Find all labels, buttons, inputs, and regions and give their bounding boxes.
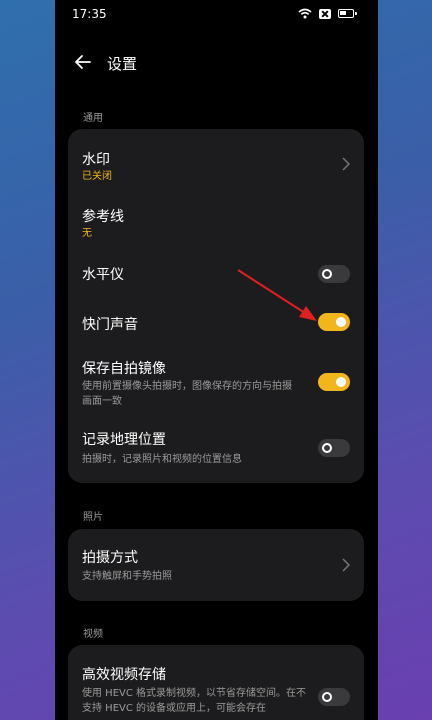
sim-blocked-icon xyxy=(319,8,331,19)
status-icons xyxy=(298,8,357,19)
watermark-title: 水印 xyxy=(82,152,110,168)
section-label-photo: 照片 xyxy=(83,512,103,523)
section-label-general: 通用 xyxy=(83,113,103,124)
video-settings-card: 高效视频存储 使用 HEVC 格式录制视频，以节省存储空间。在不支持 HEVC … xyxy=(68,645,364,720)
location-toggle[interactable] xyxy=(318,439,350,457)
mirror-selfie-row[interactable]: 保存自拍镜像 使用前置摄像头拍摄时，图像保存的方向与拍摄画面一致 xyxy=(68,347,364,417)
back-arrow-icon[interactable] xyxy=(73,52,93,72)
mirror-selfie-toggle[interactable] xyxy=(318,373,350,391)
gridlines-title: 参考线 xyxy=(82,209,124,225)
shoot-method-row[interactable]: 拍摄方式 支持触屏和手势拍照 xyxy=(68,529,364,601)
section-label-video: 视频 xyxy=(83,629,103,640)
wifi-icon xyxy=(298,8,312,19)
watermark-row[interactable]: 水印 已关闭 xyxy=(68,129,364,195)
shoot-method-desc: 支持触屏和手势拍照 xyxy=(82,571,172,582)
watermark-value: 已关闭 xyxy=(82,171,112,182)
level-title: 水平仪 xyxy=(82,267,124,283)
gridlines-row[interactable]: 参考线 无 xyxy=(68,195,364,247)
general-settings-card: 水印 已关闭 参考线 无 水平仪 快门声音 保存自拍镜像 使用前置摄像头拍摄时，… xyxy=(68,129,364,483)
battery-icon xyxy=(338,9,357,18)
status-time: 17:35 xyxy=(72,7,107,21)
hevc-title: 高效视频存储 xyxy=(82,667,166,683)
location-title: 记录地理位置 xyxy=(82,432,166,448)
mirror-selfie-title: 保存自拍镜像 xyxy=(82,361,166,377)
chevron-right-icon xyxy=(342,558,350,572)
status-bar: 17:35 xyxy=(55,0,378,30)
location-row[interactable]: 记录地理位置 拍摄时，记录照片和视频的位置信息 xyxy=(68,417,364,483)
photo-settings-card: 拍摄方式 支持触屏和手势拍照 xyxy=(68,529,364,601)
chevron-right-icon xyxy=(342,157,350,171)
hevc-toggle[interactable] xyxy=(318,688,350,706)
shutter-sound-title: 快门声音 xyxy=(82,317,138,333)
hevc-desc: 使用 HEVC 格式录制视频，以节省存储空间。在不支持 HEVC 的设备或应用上… xyxy=(82,688,307,714)
level-toggle[interactable] xyxy=(318,265,350,283)
shutter-sound-toggle[interactable] xyxy=(318,313,350,331)
shutter-sound-row[interactable]: 快门声音 xyxy=(68,297,364,347)
hevc-row[interactable]: 高效视频存储 使用 HEVC 格式录制视频，以节省存储空间。在不支持 HEVC … xyxy=(68,645,364,720)
settings-screen: 17:35 设置 通用 水印 已关闭 参考线 无 水平仪 快门声音 保存自拍镜像… xyxy=(55,0,378,720)
mirror-selfie-desc: 使用前置摄像头拍摄时，图像保存的方向与拍摄画面一致 xyxy=(82,381,292,407)
gridlines-value: 无 xyxy=(82,228,92,239)
header: 设置 xyxy=(55,44,378,80)
location-desc: 拍摄时，记录照片和视频的位置信息 xyxy=(82,454,242,465)
page-title: 设置 xyxy=(107,55,138,73)
shoot-method-title: 拍摄方式 xyxy=(82,550,138,566)
level-row[interactable]: 水平仪 xyxy=(68,247,364,297)
